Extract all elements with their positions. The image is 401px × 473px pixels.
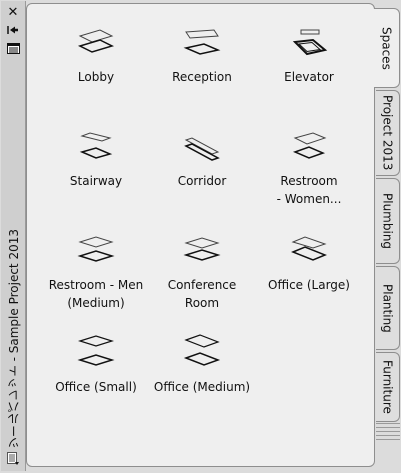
tool-elevator[interactable]: Elevator xyxy=(254,28,364,86)
tab-furniture[interactable]: Furniture xyxy=(376,352,400,422)
auto-hide-icon[interactable] xyxy=(4,22,22,38)
conference-room-space-icon xyxy=(183,237,221,261)
tool-stairway[interactable]: Stairway xyxy=(41,132,151,190)
palette-menu-icon[interactable] xyxy=(4,451,22,467)
tool-label: Conference Room xyxy=(167,278,237,310)
corridor-space-icon xyxy=(184,137,220,161)
tab-spaces[interactable]: Spaces xyxy=(374,8,400,88)
reception-space-icon xyxy=(183,29,221,55)
stairway-space-icon xyxy=(79,132,113,159)
tool-label: Restroom - Women... xyxy=(276,174,342,206)
tool-label: Lobby xyxy=(77,70,115,84)
tool-office-small[interactable]: Office (Small) xyxy=(41,334,151,396)
tab-stack-edge xyxy=(376,420,400,470)
tool-label: Office (Large) xyxy=(268,278,350,292)
tool-label: Elevator xyxy=(284,70,334,84)
tab-project-2013[interactable]: Project 2013 xyxy=(376,90,400,176)
palette-title: ツールパレット - Sample Project 2013 xyxy=(6,228,21,449)
tool-label: Reception xyxy=(172,70,232,84)
restroom-men-space-icon xyxy=(77,236,115,262)
office-small-space-icon xyxy=(77,335,115,366)
tool-label: Stairway xyxy=(69,174,123,188)
tool-restroom-women[interactable]: Restroom - Women... xyxy=(254,132,364,208)
properties-icon[interactable] xyxy=(4,40,22,56)
tool-reception[interactable]: Reception xyxy=(147,28,257,86)
tool-label: Office (Medium) xyxy=(153,380,251,394)
tab-planting[interactable]: Planting xyxy=(376,266,400,350)
office-large-space-icon xyxy=(291,236,327,261)
office-medium-space-icon xyxy=(183,334,221,366)
spaces-tool-panel: Lobby Reception Elevator Stairway Corrid… xyxy=(26,3,375,467)
tool-restroom-men[interactable]: Restroom - Men (Medium) xyxy=(41,236,151,312)
restroom-women-space-icon xyxy=(292,132,327,159)
tool-label: Restroom - Men (Medium) xyxy=(48,278,144,310)
tool-office-large[interactable]: Office (Large) xyxy=(254,236,364,294)
tab-plumbing[interactable]: Plumbing xyxy=(376,178,400,264)
palette-title-bar[interactable]: ✕ ツールパレット - Sample Project 2013 xyxy=(1,1,26,471)
tool-label: Office (Small) xyxy=(55,380,137,394)
tool-conference-room[interactable]: Conference Room xyxy=(147,236,257,312)
tool-office-medium[interactable]: Office (Medium) xyxy=(147,334,257,396)
tool-label: Corridor xyxy=(177,174,227,188)
lobby-space-icon xyxy=(77,29,115,53)
tool-lobby[interactable]: Lobby xyxy=(41,28,151,86)
tool-corridor[interactable]: Corridor xyxy=(147,132,257,190)
elevator-space-icon xyxy=(292,29,328,56)
close-icon[interactable]: ✕ xyxy=(4,4,22,20)
tool-palette-window: ✕ ツールパレット - Sample Project 2013 Lobby Re… xyxy=(0,0,401,473)
